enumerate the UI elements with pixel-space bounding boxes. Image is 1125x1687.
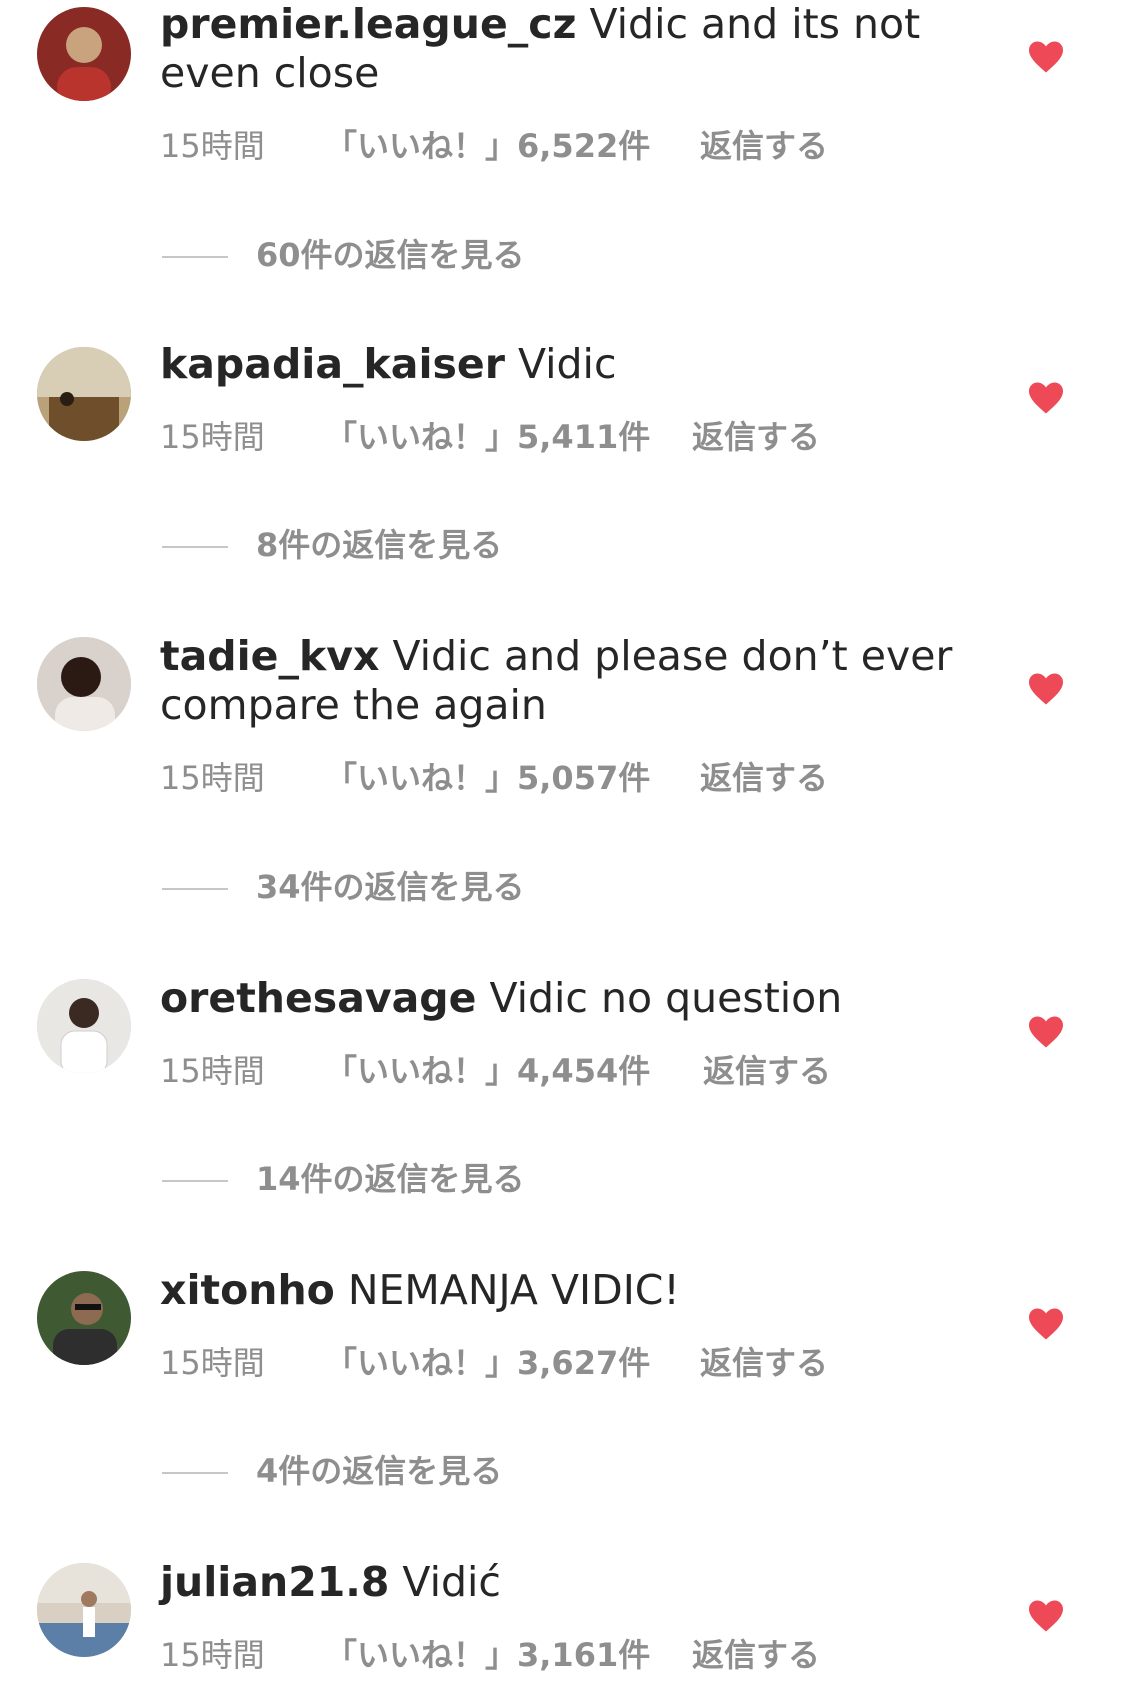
likes-count[interactable]: 「いいね！」6,522件 [325,121,700,167]
likes-count[interactable]: 「いいね！」5,411件 [325,412,692,458]
replies-divider [162,888,228,890]
replies-divider [162,1472,228,1474]
comment-body: Vidic no question [489,974,843,1022]
avatar[interactable] [37,1271,131,1365]
avatar[interactable] [37,347,131,441]
likes-count[interactable]: 「いいね！」4,454件 [325,1046,703,1092]
view-replies-button[interactable]: 4件の返信を見る [162,1446,502,1492]
comment-meta: 15時間 「いいね！」3,161件 返信する [160,1630,820,1676]
username[interactable]: xitonho [160,1266,335,1314]
username[interactable]: julian21.8 [160,1558,389,1606]
comment-text: julian21.8 Vidić [160,1558,980,1607]
heart-icon[interactable] [1027,1307,1065,1341]
comment: tadie_kvx Vidic and please don’t ever co… [0,632,1125,932]
view-replies-button[interactable]: 60件の返信を見る [162,230,525,276]
view-replies-label: 14件の返信を見る [256,1160,525,1198]
reply-button[interactable]: 返信する [700,753,828,799]
heart-icon[interactable] [1027,381,1065,415]
comment-meta: 15時間 「いいね！」6,522件 返信する [160,121,828,167]
replies-divider [162,256,228,258]
reply-button[interactable]: 返信する [692,412,820,458]
comment-meta: 15時間 「いいね！」4,454件 返信する [160,1046,831,1092]
comment: julian21.8 Vidić 15時間 「いいね！」3,161件 返信する [0,1558,1125,1687]
avatar[interactable] [37,979,131,1073]
view-replies-button[interactable]: 34件の返信を見る [162,862,525,908]
view-replies-button[interactable]: 14件の返信を見る [162,1154,525,1200]
timestamp: 15時間 [160,1344,265,1382]
comment-meta: 15時間 「いいね！」5,057件 返信する [160,753,828,799]
timestamp: 15時間 [160,1636,265,1674]
comment: xitonho NEMANJA VIDIC! 15時間 「いいね！」3,627件返… [0,1266,1125,1536]
reply-button[interactable]: 返信する [700,1338,828,1384]
username[interactable]: premier.league_cz [160,0,576,48]
comment: orethesavage Vidic no question 15時間 「いいね！… [0,974,1125,1244]
likes-count[interactable]: 「いいね！」3,627件 [325,1338,700,1384]
view-replies-label: 8件の返信を見る [256,526,503,564]
comment-meta: 15時間 「いいね！」5,411件 返信する [160,412,820,458]
replies-divider [162,1180,228,1182]
reply-button[interactable]: 返信する [703,1046,831,1092]
comment-body: Vidić [402,1558,501,1606]
avatar[interactable] [37,7,131,101]
timestamp: 15時間 [160,418,265,456]
view-replies-label: 60件の返信を見る [256,236,525,274]
reply-button[interactable]: 返信する [700,121,828,167]
avatar[interactable] [37,637,131,731]
likes-count[interactable]: 「いいね！」5,057件 [325,753,700,799]
comment-text: tadie_kvx Vidic and please don’t ever co… [160,632,980,730]
comment-body: NEMANJA VIDIC! [347,1266,680,1314]
comment-text: premier.league_cz Vidic and its not even… [160,0,980,98]
avatar[interactable] [37,1563,131,1657]
timestamp: 15時間 [160,1052,265,1090]
heart-icon[interactable] [1027,1015,1065,1049]
heart-icon[interactable] [1027,40,1065,74]
view-replies-label: 4件の返信を見る [256,1452,503,1490]
comment: premier.league_cz Vidic and its not even… [0,0,1125,300]
timestamp: 15時間 [160,127,265,165]
heart-icon[interactable] [1027,1599,1065,1633]
comment: kapadia_kaiser Vidic 15時間 「いいね！」5,411件 返信す… [0,340,1125,610]
comment-body: Vidic [517,340,617,388]
comment-text: kapadia_kaiser Vidic [160,340,980,389]
replies-divider [162,546,228,548]
username[interactable]: kapadia_kaiser [160,340,505,388]
view-replies-label: 34件の返信を見る [256,868,525,906]
comment-text: xitonho NEMANJA VIDIC! [160,1266,980,1315]
comment-text: orethesavage Vidic no question [160,974,980,1023]
view-replies-button[interactable]: 8件の返信を見る [162,520,502,566]
heart-icon[interactable] [1027,672,1065,706]
comment-meta: 15時間 「いいね！」3,627件 返信する [160,1338,828,1384]
likes-count[interactable]: 「いいね！」3,161件 [325,1630,692,1676]
timestamp: 15時間 [160,759,265,797]
reply-button[interactable]: 返信する [692,1630,820,1676]
username[interactable]: tadie_kvx [160,632,379,680]
username[interactable]: orethesavage [160,974,476,1022]
